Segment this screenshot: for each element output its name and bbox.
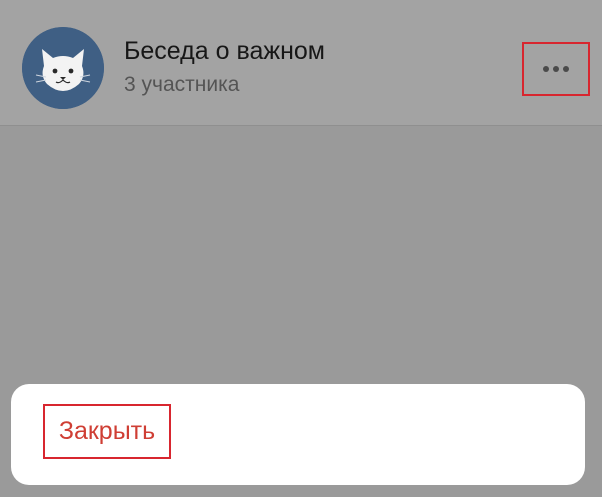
- chat-member-count: 3 участника: [124, 73, 240, 96]
- close-button-label: Закрыть: [58, 417, 156, 445]
- chat-avatar[interactable]: [22, 27, 104, 109]
- action-sheet: Закрыть: [11, 384, 585, 485]
- chat-header: Беседа о важном 3 участника: [0, 0, 602, 126]
- close-button[interactable]: Закрыть: [43, 404, 171, 459]
- more-dots-icon: [543, 66, 569, 72]
- chat-title: Беседа о важном: [124, 37, 325, 65]
- cat-face-icon: [22, 27, 104, 109]
- more-options-button[interactable]: [522, 42, 590, 96]
